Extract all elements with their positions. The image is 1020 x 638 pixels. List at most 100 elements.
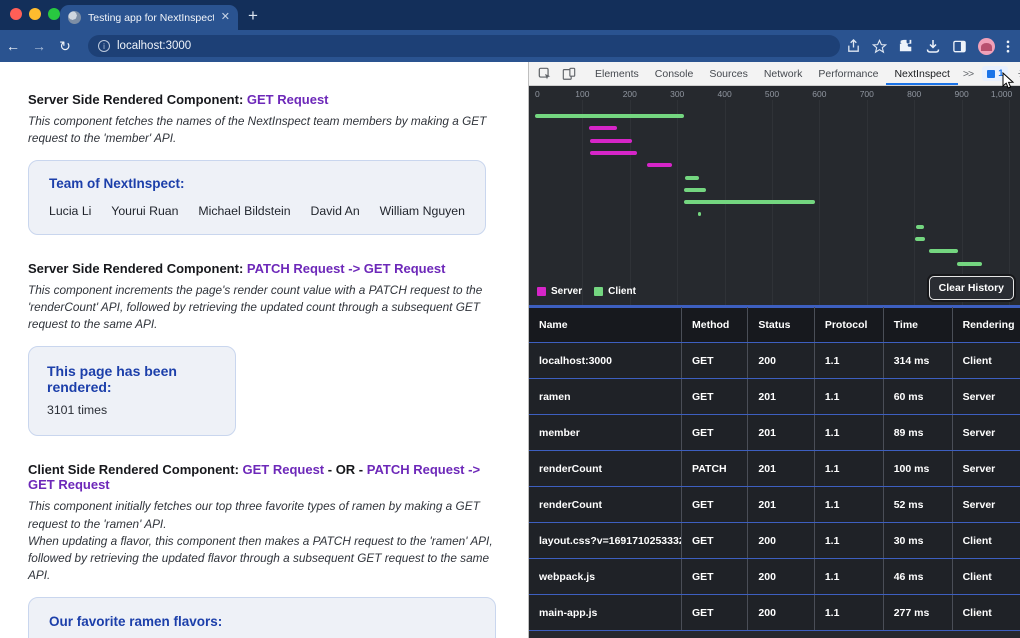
team-member: Yourui Ruan bbox=[111, 204, 179, 219]
menu-kebab-icon[interactable] bbox=[1006, 39, 1010, 54]
waterfall-bar-client[interactable] bbox=[684, 175, 699, 180]
table-cell: 52 ms bbox=[882, 486, 953, 523]
minimize-light[interactable] bbox=[29, 8, 41, 20]
team-member: William Nguyen bbox=[379, 204, 465, 219]
gridline bbox=[582, 100, 584, 305]
traffic-lights bbox=[10, 8, 60, 20]
ruler-tick-label: 900 bbox=[954, 89, 969, 99]
new-tab-button[interactable]: + bbox=[248, 7, 258, 24]
clear-history-button[interactable]: Clear History bbox=[928, 276, 1014, 300]
profile-avatar[interactable] bbox=[978, 37, 995, 55]
table-cell: 1.1 bbox=[813, 486, 884, 523]
gridline bbox=[866, 100, 868, 305]
team-member: Michael Bildstein bbox=[198, 204, 291, 219]
table-cell: 314 ms bbox=[882, 342, 953, 379]
table-cell: renderCount bbox=[529, 486, 683, 523]
more-tabs-icon[interactable]: >> bbox=[958, 68, 978, 80]
gridline bbox=[677, 100, 679, 305]
server-swatch bbox=[537, 287, 546, 296]
gridline bbox=[1009, 100, 1010, 305]
inspect-cursor-icon[interactable] bbox=[533, 67, 557, 81]
ramen-card: Our favorite ramen flavors: Tonkotsu Ram… bbox=[28, 596, 496, 638]
waterfall-bar-client[interactable] bbox=[915, 224, 924, 229]
table-cell: 201 bbox=[747, 414, 815, 451]
browser-actions bbox=[846, 30, 1016, 62]
ramen-card-title: Our favorite ramen flavors: bbox=[49, 613, 223, 629]
devtools-tab-console[interactable]: Console bbox=[647, 62, 702, 85]
devtools-tab-nextinspect[interactable]: NextInspect bbox=[886, 62, 957, 85]
site-info-icon[interactable]: i bbox=[98, 40, 110, 52]
column-header[interactable]: Protocol bbox=[813, 307, 884, 343]
chart-legend: Server Client bbox=[537, 286, 636, 297]
table-cell: GET bbox=[681, 414, 749, 451]
heading-segment: Server Side Rendered Component: bbox=[28, 261, 247, 277]
table-row[interactable]: webpack.js GET 200 1.1 46 ms Client bbox=[529, 558, 1020, 595]
download-icon[interactable] bbox=[925, 38, 941, 54]
network-table-header: Name Method Status Protocol Time Rendering bbox=[529, 307, 1020, 343]
table-cell: 1.1 bbox=[813, 342, 884, 379]
table-row[interactable]: main-app.js GET 200 1.1 277 ms Client bbox=[529, 594, 1020, 631]
devtools-panel: Elements Console Sources Network Performance… bbox=[528, 62, 1020, 638]
table-row[interactable]: renderCount PATCH 201 1.1 100 ms Server bbox=[529, 450, 1020, 487]
column-header[interactable]: Name bbox=[529, 307, 683, 343]
waterfall-bar-client[interactable] bbox=[683, 187, 706, 192]
sidebar-icon[interactable] bbox=[952, 39, 967, 54]
tab-favicon-icon bbox=[68, 11, 81, 24]
waterfall-bar-server[interactable] bbox=[646, 163, 672, 168]
waterfall-bar-server[interactable] bbox=[589, 126, 618, 131]
waterfall-bar-server[interactable] bbox=[589, 138, 633, 143]
section-heading: Server Side Rendered Component: PATCH Re… bbox=[28, 261, 508, 276]
devtools-tab-network[interactable]: Network bbox=[756, 62, 811, 85]
devtools-tab-elements[interactable]: Elements bbox=[587, 62, 647, 85]
table-cell: 46 ms bbox=[882, 558, 953, 595]
table-cell: layout.css?v=1691710253332 bbox=[529, 522, 683, 559]
ruler-tick-label: 0 bbox=[535, 89, 540, 99]
column-header[interactable]: Status bbox=[747, 307, 815, 343]
table-cell: 200 bbox=[747, 342, 815, 379]
waterfall-bar-client[interactable] bbox=[683, 200, 816, 205]
reload-icon[interactable]: ↻ bbox=[52, 38, 78, 55]
browser-tab[interactable]: Testing app for NextInspect ✕ bbox=[60, 5, 238, 30]
waterfall-bar-client[interactable] bbox=[914, 237, 926, 241]
description-line: When updating a flavor, this component t… bbox=[28, 533, 493, 582]
gridline bbox=[914, 100, 916, 305]
table-row[interactable]: localhost:3000 GET 200 1.1 314 ms Client bbox=[529, 342, 1020, 379]
back-icon[interactable]: ← bbox=[0, 38, 26, 54]
column-header[interactable]: Method bbox=[681, 307, 749, 343]
extensions-icon[interactable] bbox=[898, 38, 914, 54]
table-row[interactable]: renderCount GET 201 1.1 52 ms Server bbox=[529, 486, 1020, 523]
waterfall-bar-client[interactable] bbox=[698, 212, 702, 217]
waterfall-bar-client[interactable] bbox=[928, 249, 959, 254]
table-cell: 200 bbox=[747, 522, 815, 559]
share-icon[interactable] bbox=[846, 38, 861, 54]
column-header[interactable]: Time bbox=[882, 307, 953, 343]
column-header[interactable]: Rendering bbox=[951, 307, 1020, 343]
section-ssr-patch-get: Server Side Rendered Component: PATCH Re… bbox=[28, 261, 508, 437]
url-bar[interactable]: i localhost:3000 bbox=[88, 35, 840, 57]
devtools-tab-performance[interactable]: Performance bbox=[810, 62, 886, 85]
waterfall-bar-client[interactable] bbox=[535, 114, 684, 118]
table-cell: 60 ms bbox=[882, 378, 953, 415]
waterfall-bar-server[interactable] bbox=[589, 150, 638, 155]
description-line: This component fetches the names of the … bbox=[28, 114, 487, 146]
bookmark-star-icon[interactable] bbox=[872, 38, 887, 54]
table-row[interactable]: ramen GET 201 1.1 60 ms Server bbox=[529, 378, 1020, 415]
devtools-toolbar: Elements Console Sources Network Performance… bbox=[529, 62, 1020, 86]
table-cell: 1.1 bbox=[813, 378, 884, 415]
description-line: This component increments the page's ren… bbox=[28, 283, 483, 332]
waterfall-bar-client[interactable] bbox=[956, 261, 982, 266]
table-cell: 200 bbox=[747, 558, 815, 595]
ruler-tick-label: 700 bbox=[859, 89, 874, 99]
close-light[interactable] bbox=[10, 8, 22, 20]
section-heading: Client Side Rendered Component: GET Requ… bbox=[28, 462, 508, 492]
zoom-light[interactable] bbox=[48, 8, 60, 20]
table-row[interactable]: member GET 201 1.1 89 ms Server bbox=[529, 414, 1020, 451]
forward-icon[interactable]: → bbox=[26, 38, 52, 54]
heading-segment: GET Request bbox=[242, 462, 325, 478]
device-toolbar-icon[interactable] bbox=[557, 67, 581, 81]
table-row[interactable]: layout.css?v=1691710253332 GET 200 1.1 30 ms… bbox=[529, 522, 1020, 559]
tab-close-icon[interactable]: ✕ bbox=[221, 12, 230, 23]
devtools-tabs: Elements Console Sources Network Performance… bbox=[587, 62, 958, 85]
table-cell: GET bbox=[681, 486, 749, 523]
devtools-tab-sources[interactable]: Sources bbox=[701, 62, 756, 85]
